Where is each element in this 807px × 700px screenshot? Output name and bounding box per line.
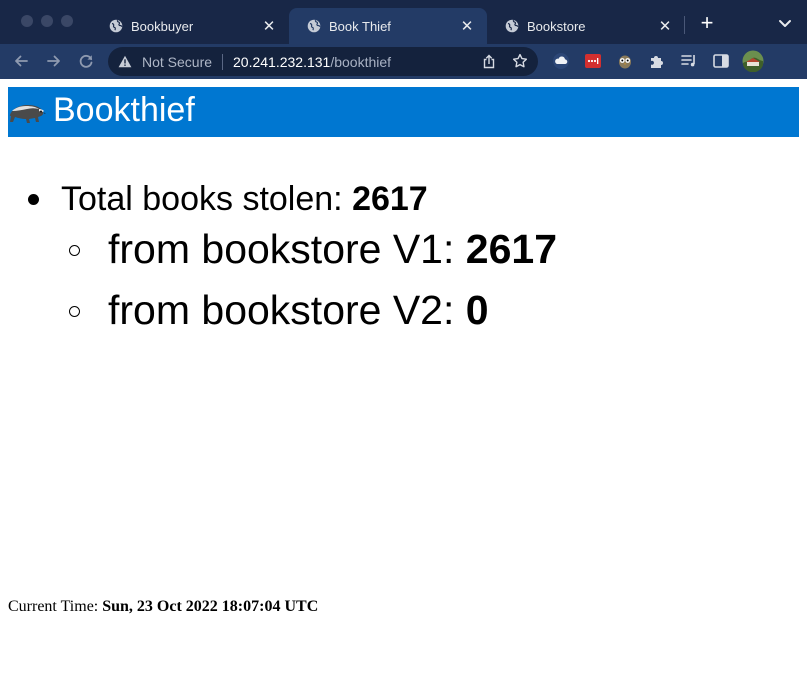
bookstore-v2-value: 0 <box>465 287 489 333</box>
tab-strip: Bookbuyer ✕ Book Thief ✕ Bookstore ✕ + <box>0 0 807 44</box>
close-tab-icon[interactable]: ✕ <box>657 18 673 35</box>
extensions-puzzle-icon[interactable] <box>648 52 666 70</box>
url-host: 20.241.232.131 <box>233 54 331 70</box>
bookstore-v1-label: from bookstore V1: <box>108 226 466 272</box>
tab-bookbuyer[interactable]: Bookbuyer ✕ <box>91 8 289 44</box>
address-divider <box>222 54 223 70</box>
globe-icon <box>109 19 123 33</box>
bookstore-v2-item: from bookstore V2: 0 <box>108 287 489 333</box>
address-bar[interactable]: Not Secure 20.241.232.131/bookthief <box>108 47 538 76</box>
reload-icon[interactable] <box>77 52 95 70</box>
url-path: /bookthief <box>330 54 392 70</box>
profile-avatar-icon[interactable] <box>742 50 764 72</box>
security-label[interactable]: Not Secure <box>142 54 212 70</box>
owl-extension-icon[interactable] <box>616 52 634 70</box>
browser-toolbar: Not Secure 20.241.232.131/bookthief <box>0 44 807 79</box>
list-bullet <box>69 306 80 317</box>
forward-arrow-icon[interactable] <box>45 52 63 70</box>
globe-icon <box>307 19 321 33</box>
window-minimize-dot[interactable] <box>41 15 53 27</box>
tab-bookstore[interactable]: Bookstore ✕ <box>487 8 685 44</box>
total-stolen-value: 2617 <box>352 180 428 218</box>
bookmark-star-icon[interactable] <box>512 53 528 69</box>
page-header: Bookthief <box>8 87 799 137</box>
close-tab-icon[interactable]: ✕ <box>261 18 277 35</box>
current-time-value: Sun, 23 Oct 2022 18:07:04 UTC <box>102 598 319 615</box>
bookstore-v1-item: from bookstore V1: 2617 <box>108 226 557 272</box>
new-tab-button[interactable]: + <box>696 12 718 34</box>
window-close-dot[interactable] <box>21 15 33 27</box>
total-stolen-item: Total books stolen: 2617 <box>61 179 428 219</box>
list-bullet <box>69 245 80 256</box>
tab-divider <box>684 16 685 34</box>
list-bullet <box>28 194 39 205</box>
bookstore-v2-label: from bookstore V2: <box>108 287 466 333</box>
tab-book-thief[interactable]: Book Thief ✕ <box>289 8 487 44</box>
side-panel-icon[interactable] <box>712 52 730 70</box>
password-manager-icon[interactable] <box>584 52 602 70</box>
tab-label: Bookstore <box>527 18 586 34</box>
warning-icon[interactable] <box>118 55 132 68</box>
page-title: Bookthief <box>53 91 195 129</box>
current-time: Current Time: Sun, 23 Oct 2022 18:07:04 … <box>8 598 318 616</box>
cloud-extension-icon[interactable] <box>552 52 570 70</box>
share-icon[interactable] <box>482 54 496 69</box>
reading-list-icon[interactable] <box>680 52 698 70</box>
bookstore-v1-value: 2617 <box>465 226 557 272</box>
tab-label: Book Thief <box>329 18 391 34</box>
globe-icon <box>505 19 519 33</box>
total-stolen-label: Total books stolen: <box>61 180 353 218</box>
badger-logo-icon <box>9 105 46 123</box>
close-tab-icon[interactable]: ✕ <box>459 18 475 35</box>
chevron-down-icon[interactable] <box>776 14 794 32</box>
back-arrow-icon[interactable] <box>12 52 30 70</box>
window-zoom-dot[interactable] <box>61 15 73 27</box>
current-time-label: Current Time: <box>8 598 103 615</box>
tab-label: Bookbuyer <box>131 18 194 34</box>
url-text[interactable]: 20.241.232.131/bookthief <box>233 54 391 70</box>
